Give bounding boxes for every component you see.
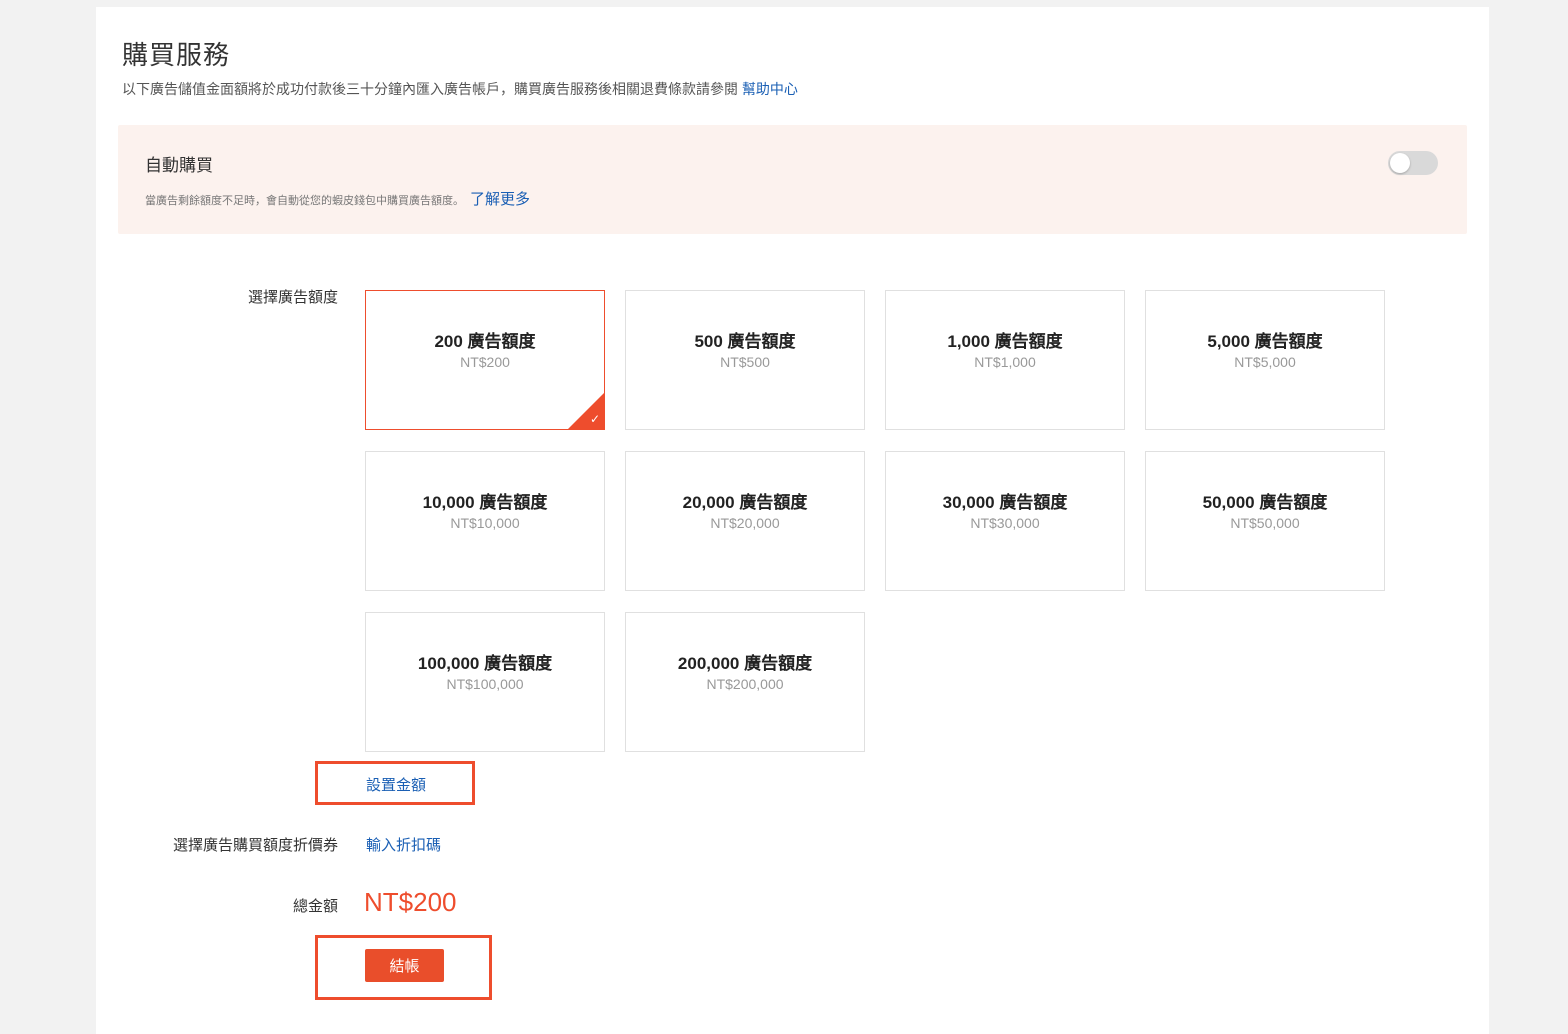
credit-card-title: 500 廣告額度 <box>694 332 796 351</box>
checkout-button[interactable]: 結帳 <box>365 949 444 982</box>
credit-card-price: NT$20,000 <box>710 515 780 531</box>
credit-card-option[interactable]: 200 廣告額度 NT$200 ✓ <box>365 290 605 430</box>
coupon-label: 選擇廣告購買額度折價券 <box>172 837 338 854</box>
credit-card-price: NT$200 <box>460 354 510 370</box>
subtitle-text: 以下廣告儲值金面額將於成功付款後三十分鐘內匯入廣告帳戶，購買廣告服務後相關退費條… <box>122 81 738 97</box>
page-title: 購買服務 <box>122 40 231 70</box>
credit-card-price: NT$500 <box>720 354 770 370</box>
credit-card-option[interactable]: 100,000 廣告額度 NT$100,000 <box>365 612 605 752</box>
credit-card-title: 200 廣告額度 <box>434 332 536 351</box>
credit-card-title: 200,000 廣告額度 <box>677 654 813 673</box>
credit-label: 選擇廣告額度 <box>247 289 338 306</box>
credit-card-option[interactable]: 20,000 廣告額度 NT$20,000 <box>625 451 865 591</box>
custom-amount-link[interactable]: 設置金額 <box>366 774 426 795</box>
credit-card-option[interactable]: 500 廣告額度 NT$500 <box>625 290 865 430</box>
auto-purchase-desc-text: 當廣告剩餘額度不足時，會自動從您的蝦皮錢包中購買廣告額度。 <box>145 195 464 207</box>
credit-card-price: NT$1,000 <box>974 354 1036 370</box>
auto-purchase-section: 自動購買 當廣告剩餘額度不足時，會自動從您的蝦皮錢包中購買廣告額度。 了解更多 <box>118 125 1467 234</box>
purchase-panel: 購買服務 以下廣告儲值金面額將於成功付款後三十分鐘內匯入廣告帳戶，購買廣告服務後… <box>96 7 1489 1034</box>
page-subtitle: 以下廣告儲值金面額將於成功付款後三十分鐘內匯入廣告帳戶，購買廣告服務後相關退費條… <box>122 79 798 99</box>
credit-card-title: 50,000 廣告額度 <box>1202 493 1328 512</box>
credit-card-option[interactable]: 10,000 廣告額度 NT$10,000 <box>365 451 605 591</box>
credit-card-title: 20,000 廣告額度 <box>682 493 808 512</box>
toggle-knob <box>1390 153 1410 173</box>
credit-card-title: 5,000 廣告額度 <box>1207 332 1323 351</box>
check-icon: ✓ <box>589 412 600 426</box>
auto-purchase-title: 自動購買 <box>145 156 213 175</box>
credit-card-option[interactable]: 5,000 廣告額度 NT$5,000 <box>1145 290 1385 430</box>
credit-card-price: NT$100,000 <box>446 676 524 692</box>
help-center-link[interactable]: 幫助中心 <box>742 81 798 97</box>
credit-card-price: NT$5,000 <box>1234 354 1296 370</box>
credit-card-title: 100,000 廣告額度 <box>417 654 553 673</box>
auto-purchase-toggle[interactable] <box>1388 151 1438 175</box>
credit-card-price: NT$30,000 <box>970 515 1040 531</box>
credit-card-title: 30,000 廣告額度 <box>942 493 1068 512</box>
total-label: 總金額 <box>292 898 338 915</box>
auto-purchase-description: 當廣告剩餘額度不足時，會自動從您的蝦皮錢包中購買廣告額度。 了解更多 <box>145 188 530 209</box>
credit-card-option[interactable]: 200,000 廣告額度 NT$200,000 <box>625 612 865 752</box>
coupon-code-link[interactable]: 輸入折扣碼 <box>366 834 441 855</box>
credit-card-title: 1,000 廣告額度 <box>947 332 1063 351</box>
credit-card-option[interactable]: 50,000 廣告額度 NT$50,000 <box>1145 451 1385 591</box>
learn-more-link[interactable]: 了解更多 <box>470 191 530 208</box>
total-amount: NT$200 <box>364 887 457 917</box>
credit-card-price: NT$50,000 <box>1230 515 1300 531</box>
credit-card-price: NT$200,000 <box>706 676 784 692</box>
credit-card-option[interactable]: 30,000 廣告額度 NT$30,000 <box>885 451 1125 591</box>
credit-card-option[interactable]: 1,000 廣告額度 NT$1,000 <box>885 290 1125 430</box>
credit-card-price: NT$10,000 <box>450 515 520 531</box>
credit-card-title: 10,000 廣告額度 <box>422 493 548 512</box>
